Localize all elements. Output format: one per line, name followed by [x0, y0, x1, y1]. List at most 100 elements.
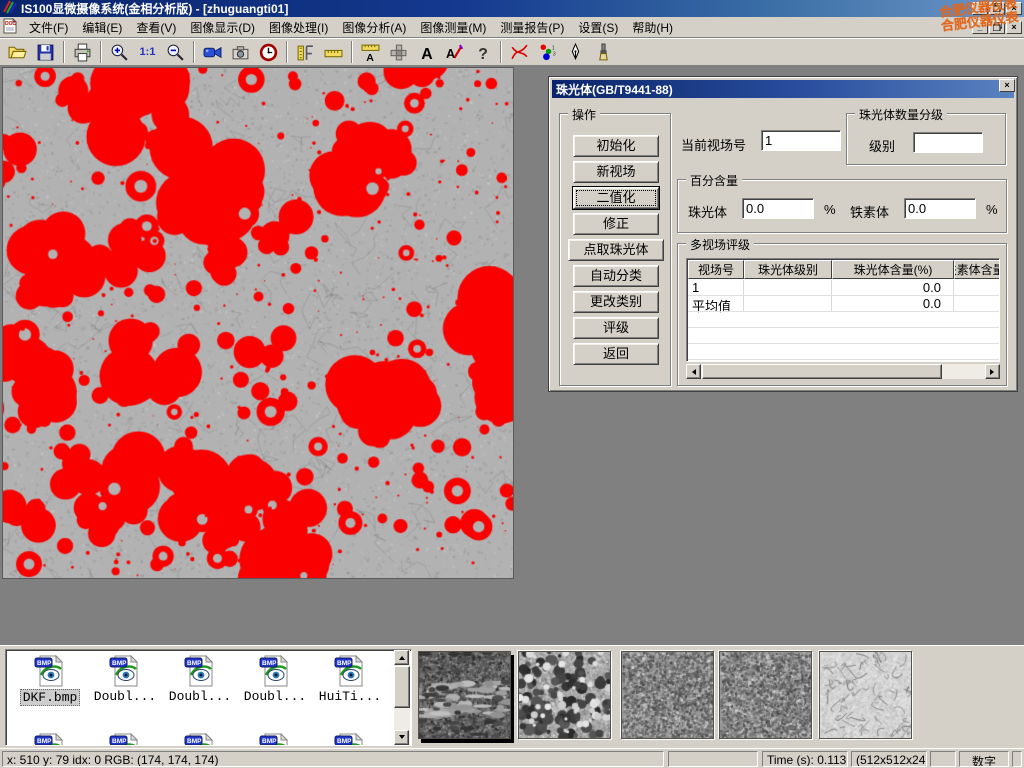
- table-cell-r1c4[interactable]: [954, 280, 1000, 296]
- op-button-2[interactable]: 新视场: [573, 161, 659, 183]
- scroll-thumb[interactable]: [702, 364, 942, 379]
- scroll-thumb[interactable]: [394, 666, 410, 708]
- menu-file[interactable]: 文件(F): [22, 17, 75, 38]
- bmp-file-icon: BMP: [108, 654, 142, 688]
- scroll-up-button[interactable]: [394, 650, 409, 665]
- table-header-3[interactable]: 珠光体含量(%): [832, 260, 954, 279]
- svg-text:BMP: BMP: [337, 738, 352, 745]
- zoom-out-button[interactable]: [162, 40, 189, 64]
- table-header-1[interactable]: 视场号: [688, 260, 744, 279]
- file-list-scrollbar[interactable]: [394, 650, 410, 745]
- file-item-hidden-row[interactable]: BMP: [164, 732, 236, 746]
- file-item-hidden-row[interactable]: BMP: [14, 732, 86, 746]
- file-item-huiti[interactable]: BMPHuiTi...: [314, 654, 386, 704]
- file-item-dkfbmp[interactable]: BMPDKF.bmp: [14, 654, 86, 706]
- file-name: DKF.bmp: [20, 689, 81, 706]
- file-item-hidden-row[interactable]: BMP: [314, 732, 386, 746]
- status-resolution: (512x512x24): [851, 751, 927, 767]
- op-button-3[interactable]: 二值化: [573, 187, 659, 209]
- op-button-4[interactable]: 修正: [573, 213, 659, 235]
- grade-input[interactable]: [913, 132, 983, 153]
- file-item-hidden-row[interactable]: BMP: [239, 732, 311, 746]
- brush-tool-icon: [594, 43, 613, 62]
- op-button-5[interactable]: 点取珠光体: [568, 239, 664, 261]
- op-button-7[interactable]: 更改类别: [573, 291, 659, 313]
- scroll-left-button[interactable]: [686, 364, 701, 379]
- menu-help[interactable]: 帮助(H): [625, 17, 680, 38]
- table-cell-r1c2[interactable]: [744, 280, 832, 296]
- curve-tool-button[interactable]: [506, 40, 533, 64]
- table-header-2[interactable]: 珠光体级别: [744, 260, 832, 279]
- table-header-4[interactable]: 铁素体含量(%): [954, 260, 1000, 279]
- thumbnail-1[interactable]: [418, 651, 511, 739]
- menu-measure-report[interactable]: 测量报告(P): [493, 17, 571, 38]
- dialog-title-bar[interactable]: 珠光体(GB/T9441-88): [552, 80, 1014, 98]
- table-cell-r2c3[interactable]: 0.0: [832, 296, 954, 312]
- caliper-button[interactable]: [292, 40, 319, 64]
- file-item-doubl[interactable]: BMPDoubl...: [164, 654, 236, 704]
- table-cell-r2c1[interactable]: 平均值: [688, 296, 744, 312]
- thumbnail-2[interactable]: [518, 651, 611, 739]
- table-cell-r1c1[interactable]: 1: [688, 280, 744, 296]
- file-item-doubl[interactable]: BMPDoubl...: [89, 654, 161, 704]
- measure-scale-button[interactable]: A: [357, 40, 384, 64]
- mdi-minimize-button[interactable]: _: [972, 21, 988, 34]
- brush-tool-button[interactable]: [590, 40, 617, 64]
- mdi-close-button[interactable]: ×: [1006, 21, 1022, 34]
- menu-image-analysis[interactable]: 图像分析(A): [335, 17, 413, 38]
- zoom-in-button[interactable]: [106, 40, 133, 64]
- video-capture-button[interactable]: [199, 40, 226, 64]
- op-button-8[interactable]: 评级: [573, 317, 659, 339]
- table-cell-r2c4[interactable]: [954, 296, 1000, 312]
- text-edit-button[interactable]: A: [441, 40, 468, 64]
- actual-size-button[interactable]: 1:1: [134, 40, 161, 64]
- help-button[interactable]: ?: [469, 40, 496, 64]
- window-close-button[interactable]: ×: [1006, 2, 1022, 15]
- menu-image-measure[interactable]: 图像测量(M): [413, 17, 493, 38]
- window-restore-button[interactable]: [989, 2, 1005, 15]
- text-label-button[interactable]: A: [413, 40, 440, 64]
- bmp-file-icon: BMP: [33, 654, 67, 688]
- menu-view[interactable]: 查看(V): [129, 17, 183, 38]
- menu-image-display[interactable]: 图像显示(D): [183, 17, 262, 38]
- file-item-doubl[interactable]: BMPDoubl...: [239, 654, 311, 704]
- specimen-image-binarized[interactable]: [2, 67, 514, 579]
- bmp-file-icon: BMP: [108, 732, 142, 746]
- timer-button[interactable]: [255, 40, 282, 64]
- snapshot-button[interactable]: [227, 40, 254, 64]
- thumbnail-3[interactable]: [621, 651, 714, 739]
- ferrite-percent-input[interactable]: [904, 198, 976, 219]
- pen-tool-button[interactable]: [562, 40, 589, 64]
- ruler-button[interactable]: [320, 40, 347, 64]
- scroll-right-button[interactable]: [985, 364, 1000, 379]
- status-empty-panel-3: [1012, 751, 1022, 767]
- menu-edit[interactable]: 编辑(E): [75, 17, 129, 38]
- thumbnail-5[interactable]: [819, 651, 912, 739]
- particle-count-button[interactable]: 13: [534, 40, 561, 64]
- mdi-restore-button[interactable]: [989, 21, 1005, 34]
- op-button-1[interactable]: 初始化: [573, 135, 659, 157]
- current-field-input[interactable]: [761, 130, 841, 151]
- table-cell-r2c2[interactable]: [744, 296, 832, 312]
- window-minimize-button[interactable]: _: [972, 2, 988, 15]
- table-cell-r1c3[interactable]: 0.0: [832, 280, 954, 296]
- table-gridline: [688, 311, 1000, 312]
- file-item-hidden-row[interactable]: BMP: [89, 732, 161, 746]
- dialog-close-button[interactable]: ×: [999, 79, 1015, 92]
- open-file-button[interactable]: [4, 40, 31, 64]
- pearlite-percent-input[interactable]: [742, 198, 814, 219]
- menu-settings[interactable]: 设置(S): [571, 17, 625, 38]
- print-button[interactable]: [69, 40, 96, 64]
- table-horizontal-scrollbar[interactable]: [686, 364, 1000, 379]
- op-button-9[interactable]: 返回: [573, 343, 659, 365]
- grid-measure-button[interactable]: [385, 40, 412, 64]
- thumbnail-4[interactable]: [719, 651, 812, 739]
- scroll-down-button[interactable]: [394, 730, 409, 745]
- op-button-6[interactable]: 自动分类: [573, 265, 659, 287]
- rating-table[interactable]: 视场号珠光体级别珠光体含量(%)铁素体含量(%) 1 0.0 平均值 0.0: [686, 258, 1000, 362]
- save-button[interactable]: [32, 40, 59, 64]
- menu-image-process[interactable]: 图像处理(I): [262, 17, 335, 38]
- file-list[interactable]: BMPDKF.bmpBMPDoubl...BMPDoubl...BMPDoubl…: [5, 649, 412, 746]
- status-empty-panel: [668, 751, 758, 767]
- particle-count-icon: 13: [538, 43, 557, 62]
